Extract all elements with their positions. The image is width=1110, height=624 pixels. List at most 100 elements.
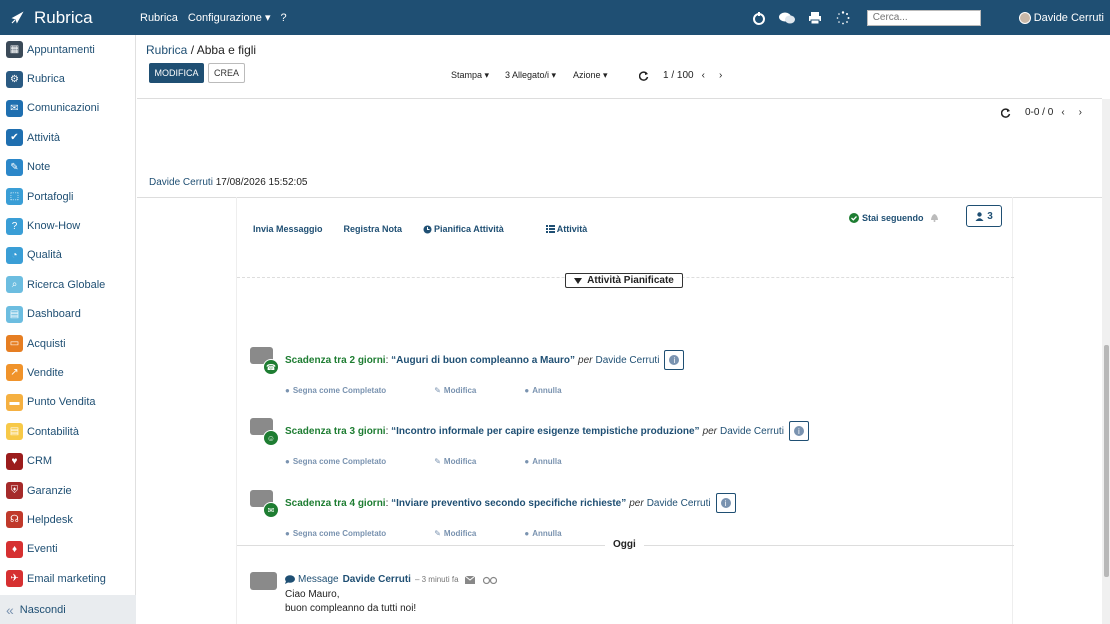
- cancel-button[interactable]: ● Annulla: [524, 457, 585, 466]
- activities-label: Attività: [556, 224, 588, 234]
- sidebar-item-note[interactable]: ✎ Note: [0, 153, 135, 182]
- page-scrollbar[interactable]: [1102, 99, 1110, 624]
- create-button[interactable]: CREA: [208, 63, 245, 83]
- activity-name: “Incontro informale per capire esigenze …: [391, 425, 700, 437]
- sidebar-item-know-how[interactable]: ? Know-How: [0, 211, 135, 240]
- schedule-activity-button[interactable]: Pianifica Attività: [423, 224, 525, 234]
- next-record-icon[interactable]: ›: [719, 70, 722, 81]
- cancel-button[interactable]: ● Annulla: [524, 529, 585, 538]
- sidebar-item-comunicazioni[interactable]: ✉ Comunicazioni: [0, 94, 135, 123]
- activity-summary: Scadenza tra 4 giorni: “Inviare preventi…: [285, 493, 736, 513]
- email-icon: ✉: [263, 502, 279, 518]
- modify-button[interactable]: ✎ Modifica: [434, 529, 500, 538]
- activity-info-button[interactable]: i: [715, 493, 736, 513]
- follow-status[interactable]: Stai seguendo: [849, 213, 924, 223]
- activity-info-button[interactable]: i: [664, 350, 685, 370]
- activities-button[interactable]: Attività: [545, 224, 609, 234]
- print-dropdown[interactable]: Stampa ▾: [451, 70, 489, 81]
- close-circle-icon: ●: [524, 529, 530, 538]
- cancel-button[interactable]: ● Annulla: [524, 386, 585, 395]
- sidebar-item-crm[interactable]: ♥ CRM: [0, 446, 135, 475]
- scrollbar-thumb[interactable]: [1104, 345, 1109, 577]
- mark-done-button[interactable]: ● Segna come Completato: [285, 529, 410, 538]
- app-icon: ?: [6, 217, 23, 235]
- comment-icon: [285, 575, 295, 584]
- sidebar-item-eventi[interactable]: ♦ Eventi: [0, 535, 135, 564]
- sidebar-item-ricerca-globale[interactable]: ⌕ Ricerca Globale: [0, 270, 135, 299]
- pager-value: 1 / 100: [663, 70, 694, 81]
- activity-info-button[interactable]: i: [788, 421, 809, 441]
- sidebar-item-label: Eventi: [27, 543, 58, 556]
- menu-rubrica[interactable]: Rubrica: [140, 12, 178, 24]
- user-menu[interactable]: Davide Cerruti: [1018, 11, 1104, 24]
- close-circle-icon: ●: [524, 386, 530, 395]
- activity-due: Scadenza tra 4 giorni: [285, 497, 386, 509]
- mark-done-button[interactable]: ● Segna come Completato: [285, 457, 410, 466]
- sidebar-item-label: Garanzie: [27, 484, 72, 497]
- print-icon[interactable]: [807, 10, 823, 26]
- action-dropdown[interactable]: Azione ▾: [573, 70, 608, 81]
- message-author[interactable]: Davide Cerruti: [343, 574, 411, 585]
- send-message-button[interactable]: Invia Messaggio: [253, 224, 323, 234]
- sidebar-item-label: CRM: [27, 455, 53, 468]
- app-icon: ✎: [6, 158, 23, 176]
- modify-label: Modifica: [443, 457, 477, 466]
- attachments-dropdown[interactable]: 3 Allegato/i ▾: [505, 70, 556, 81]
- activity-user[interactable]: Davide Cerruti: [720, 426, 784, 437]
- sidebar-item-attivit-[interactable]: ✔ Attività: [0, 123, 135, 152]
- refresh-icon[interactable]: [1000, 107, 1011, 118]
- breadcrumb-parent[interactable]: Rubrica: [146, 43, 187, 57]
- brand[interactable]: Rubrica: [0, 8, 140, 28]
- cancel-label: Annulla: [532, 386, 562, 395]
- sidebar-item-label: Note: [27, 161, 51, 174]
- bell-icon[interactable]: [930, 212, 939, 222]
- envelope-icon[interactable]: [464, 575, 475, 584]
- hide-sidebar-button[interactable]: « Nascondi: [0, 595, 136, 624]
- sidebar-item-acquisti[interactable]: ▭ Acquisti: [0, 329, 135, 358]
- read-glasses-icon[interactable]: [482, 576, 497, 584]
- activity-user[interactable]: Davide Cerruti: [647, 498, 711, 509]
- modify-button[interactable]: ✎ Modifica: [434, 386, 500, 395]
- prev-page-icon[interactable]: ‹: [1061, 107, 1064, 118]
- loading-spinner-icon: [835, 10, 851, 26]
- modify-button[interactable]: ✎ Modifica: [434, 457, 500, 466]
- refresh-icon[interactable]: [639, 70, 649, 81]
- chat-icon[interactable]: [778, 10, 795, 26]
- sidebar-item-vendite[interactable]: ↗ Vendite: [0, 358, 135, 387]
- edit-button[interactable]: MODIFICA: [149, 63, 204, 83]
- sidebar-item-email-marketing[interactable]: ✈ Email marketing: [0, 564, 135, 593]
- followers-button[interactable]: 3: [966, 205, 1002, 227]
- planned-activities-toggle[interactable]: Attività Pianificate: [565, 273, 683, 288]
- sidebar-item-dashboard[interactable]: ▤ Dashboard: [0, 300, 135, 329]
- app-icon: ▤: [6, 305, 23, 323]
- meta-user[interactable]: Davide Cerruti: [149, 177, 213, 188]
- log-note-button[interactable]: Registra Nota: [344, 224, 403, 234]
- menu-help[interactable]: ?: [280, 12, 286, 24]
- sidebar-item-label: Qualità: [27, 249, 62, 262]
- sidebar-item-garanzie[interactable]: ⛨ Garanzie: [0, 476, 135, 505]
- edit-icon: ✎: [434, 386, 441, 395]
- mark-done-button[interactable]: ● Segna come Completato: [285, 386, 410, 395]
- sidebar-item-label: Dashboard: [27, 308, 81, 321]
- prev-record-icon[interactable]: ‹: [702, 70, 705, 81]
- next-page-icon[interactable]: ›: [1079, 107, 1082, 118]
- sidebar-item-label: Appuntamenti: [27, 43, 95, 56]
- top-right-tools: Davide Cerruti: [745, 0, 1110, 35]
- check-circle-icon: ●: [285, 457, 290, 466]
- avatar: [1018, 11, 1031, 24]
- menu-configurazione[interactable]: Configurazione ▾: [188, 11, 271, 24]
- activity-user[interactable]: Davide Cerruti: [596, 355, 660, 366]
- message-body-line: buon compleanno da tutti noi!: [285, 603, 417, 614]
- list-icon: [545, 225, 555, 233]
- modify-label: Modifica: [443, 386, 477, 395]
- sidebar-item-punto-vendita[interactable]: ▬ Punto Vendita: [0, 388, 135, 417]
- sidebar-item-rubrica[interactable]: ⚙ Rubrica: [0, 64, 135, 93]
- sidebar-item-portafogli[interactable]: ⬚ Portafogli: [0, 182, 135, 211]
- timer-icon[interactable]: [751, 10, 767, 26]
- sidebar-item-contabilit-[interactable]: ▤ Contabilità: [0, 417, 135, 446]
- sidebar-item-helpdesk[interactable]: ☊ Helpdesk: [0, 505, 135, 534]
- sidebar-item-appuntamenti[interactable]: ▦ Appuntamenti: [0, 35, 135, 64]
- search-input[interactable]: [866, 9, 981, 26]
- sidebar-item-qualit-[interactable]: ◔ Qualità: [0, 241, 135, 270]
- sidebar-item-label: Email marketing: [27, 572, 106, 585]
